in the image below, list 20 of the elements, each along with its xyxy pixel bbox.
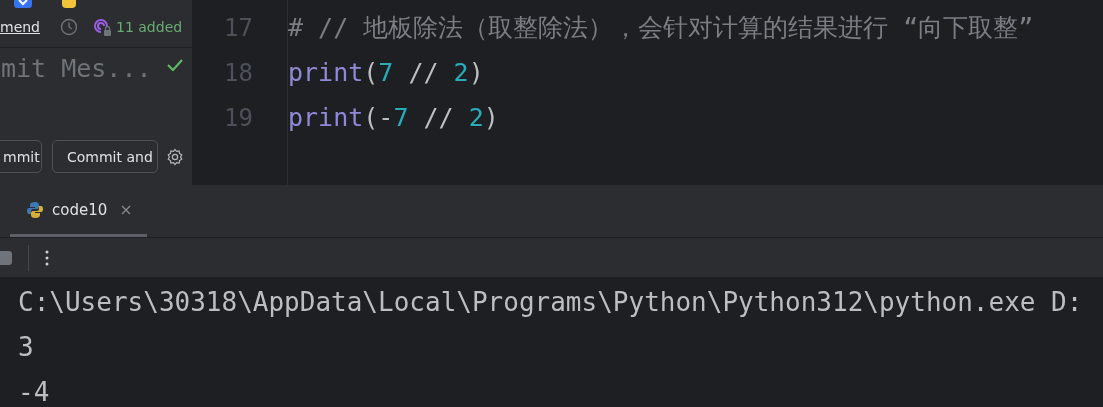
code-line: print(7 // 2) <box>288 57 485 89</box>
changes-count: 11 added <box>116 18 183 35</box>
close-icon[interactable] <box>121 204 132 215</box>
commit-button[interactable]: Commit and <box>52 140 158 173</box>
output-line: C:\Users\30318\AppData\Local\Programs\Python\Python312\python.exe D: <box>18 286 1084 319</box>
settings-icon[interactable] <box>166 147 184 166</box>
more-icon[interactable] <box>45 249 49 266</box>
python-icon <box>26 200 44 219</box>
checkmark-icon <box>167 59 183 71</box>
code-line: print(-7 // 2) <box>288 102 500 134</box>
amend-label[interactable]: mend <box>0 18 40 35</box>
commit-message-field[interactable]: mit Mes... <box>1 54 166 83</box>
checkbox-icon[interactable] <box>14 0 32 8</box>
spiral-lock-icon[interactable] <box>92 16 112 37</box>
commit-button[interactable]: mmit <box>0 140 42 173</box>
output-line: 3 <box>18 331 35 364</box>
code-line: # // 地板除法（取整除法），会针对计算的结果进行 “向下取整” <box>288 12 1034 44</box>
output-line: -4 <box>18 376 51 407</box>
clock-icon[interactable] <box>60 17 78 36</box>
stop-icon[interactable] <box>0 250 12 265</box>
